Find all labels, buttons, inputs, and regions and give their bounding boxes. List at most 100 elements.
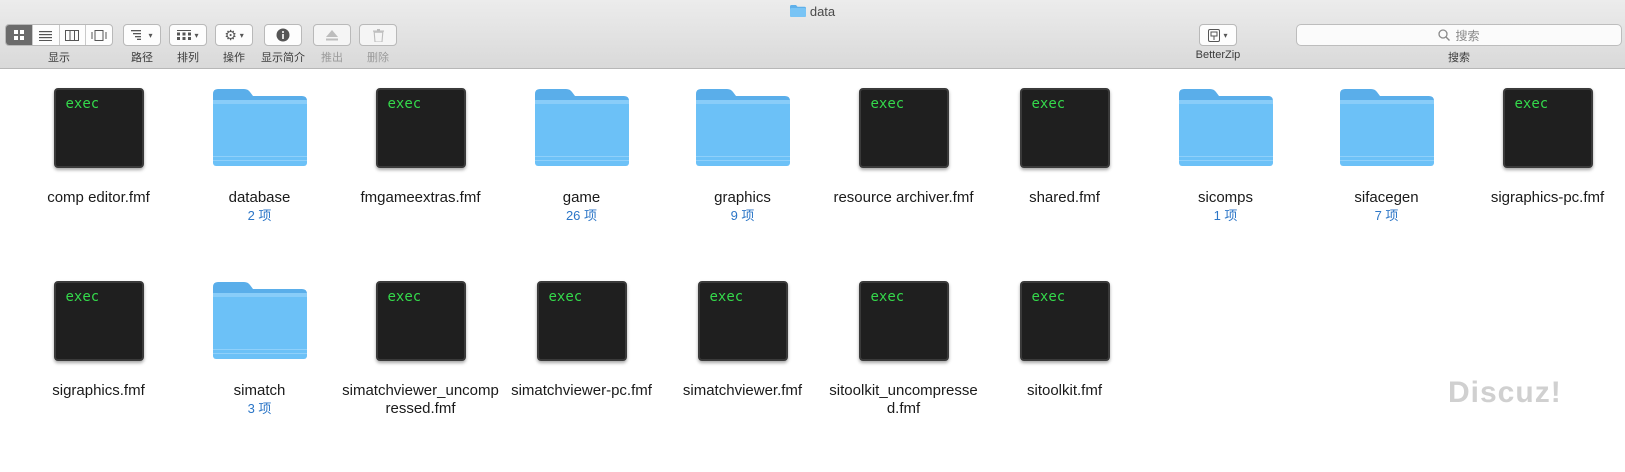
folder-icon	[789, 5, 806, 17]
path-label: 路径	[131, 52, 153, 64]
file-item[interactable]: exec shared.fmf	[984, 86, 1145, 279]
file-name: simatchviewer_uncompressed.fmf	[342, 382, 499, 417]
folder-icon	[1339, 89, 1434, 166]
betterzip-control: ▾ BetterZip	[1186, 24, 1250, 61]
icon-view-icon[interactable]	[6, 25, 33, 45]
arrange-label: 排列	[177, 52, 199, 64]
folder-icon	[212, 282, 307, 359]
exec-file-icon: exec	[53, 281, 144, 361]
betterzip-button[interactable]: ▾	[1199, 24, 1237, 46]
eject-label: 推出	[321, 52, 343, 64]
file-item[interactable]: exec fmgameextras.fmf	[340, 86, 501, 279]
betterzip-label: BetterZip	[1195, 49, 1241, 61]
delete-label: 删除	[367, 52, 389, 64]
chevron-down-icon: ▾	[1223, 30, 1228, 40]
delete-control: 删除	[359, 24, 397, 65]
item-count: 9 项	[730, 208, 755, 223]
exec-icon-text: exec	[1031, 289, 1066, 305]
file-name: simatchviewer.fmf	[682, 382, 803, 399]
finder-toolbar: data 显示 ▾ 路径 ▾ 排列 ⚙ ▾ 操作 显示简介 推出 删除 ▾ Be…	[0, 0, 1625, 69]
file-name: resource archiver.fmf	[833, 189, 974, 206]
exec-file-icon: exec	[858, 88, 949, 168]
file-name: fmgameextras.fmf	[360, 189, 481, 206]
folder-icon	[1178, 89, 1273, 166]
file-item[interactable]: sifacegen 7 项	[1306, 86, 1467, 279]
item-count: 26 项	[565, 208, 598, 223]
folder-icon	[534, 89, 629, 166]
file-item[interactable]: exec sigraphics-pc.fmf	[1467, 86, 1625, 279]
view-mode-segment[interactable]	[5, 24, 113, 46]
window-title: data	[809, 4, 836, 19]
chevron-down-icon: ▾	[148, 30, 153, 40]
search-input[interactable]: 搜索	[1296, 24, 1622, 46]
file-item[interactable]: exec sigraphics.fmf	[18, 279, 179, 472]
get-info-button[interactable]	[264, 24, 302, 46]
chevron-down-icon: ▾	[239, 30, 244, 40]
path-list-icon	[131, 30, 142, 40]
arrange-control: ▾ 排列	[169, 24, 207, 65]
file-item[interactable]: simatch 3 项	[179, 279, 340, 472]
file-name: sicomps	[1197, 189, 1253, 206]
file-item[interactable]: exec simatchviewer_uncompressed.fmf	[340, 279, 501, 472]
exec-file-icon: exec	[1502, 88, 1593, 168]
exec-icon-text: exec	[870, 96, 905, 112]
file-name: comp editor.fmf	[47, 189, 150, 206]
file-item[interactable]: exec resource archiver.fmf	[823, 86, 984, 279]
file-item[interactable]: exec sitoolkit_uncompressed.fmf	[823, 279, 984, 472]
file-item[interactable]: exec comp editor.fmf	[18, 86, 179, 279]
exec-icon-text: exec	[387, 289, 422, 305]
eject-control: 推出	[313, 24, 351, 65]
file-item[interactable]: exec simatchviewer-pc.fmf	[501, 279, 662, 472]
folder-icon	[212, 89, 307, 166]
exec-file-icon: exec	[1019, 88, 1110, 168]
file-item[interactable]: exec simatchviewer.fmf	[662, 279, 823, 472]
delete-button[interactable]	[359, 24, 397, 46]
action-label: 操作	[223, 52, 245, 64]
file-item[interactable]: sicomps 1 项	[1145, 86, 1306, 279]
file-name: sitoolkit_uncompressed.fmf	[829, 382, 978, 417]
arrange-button[interactable]: ▾	[169, 24, 207, 46]
item-count: 7 项	[1374, 208, 1399, 223]
file-item[interactable]: exec sitoolkit.fmf	[984, 279, 1145, 472]
exec-icon-text: exec	[1514, 96, 1549, 112]
file-item[interactable]: graphics 9 项	[662, 86, 823, 279]
list-view-icon[interactable]	[33, 25, 60, 45]
watermark-logo: Discuz!	[1448, 376, 1562, 409]
exec-file-icon: exec	[375, 88, 466, 168]
info-icon	[276, 28, 290, 42]
eject-button[interactable]	[313, 24, 351, 46]
item-count: 2 项	[247, 208, 272, 223]
exec-icon-text: exec	[65, 289, 100, 305]
search-label: 搜索	[1448, 52, 1470, 64]
exec-file-icon: exec	[697, 281, 788, 361]
path-button[interactable]: ▾	[123, 24, 161, 46]
exec-icon-text: exec	[1031, 96, 1066, 112]
file-name: game	[562, 189, 601, 206]
exec-icon-text: exec	[65, 96, 100, 112]
column-view-icon[interactable]	[60, 25, 87, 45]
gallery-view-icon[interactable]	[86, 25, 112, 45]
window-title-bar: data	[0, 4, 1625, 19]
exec-file-icon: exec	[536, 281, 627, 361]
action-button[interactable]: ⚙ ▾	[215, 24, 253, 46]
action-control: ⚙ ▾ 操作	[215, 24, 253, 65]
file-name: graphics	[714, 189, 771, 206]
search-placeholder: 搜索	[1455, 28, 1480, 43]
trash-icon	[372, 28, 384, 42]
file-name: sigraphics.fmf	[52, 382, 145, 399]
exec-icon-text: exec	[548, 289, 583, 305]
view-label: 显示	[48, 52, 70, 64]
file-item[interactable]: database 2 项	[179, 86, 340, 279]
folder-icon	[695, 89, 790, 166]
exec-icon-text: exec	[709, 289, 744, 305]
search-icon	[1438, 29, 1451, 41]
exec-icon-text: exec	[387, 96, 422, 112]
exec-file-icon: exec	[375, 281, 466, 361]
file-item[interactable]: game 26 项	[501, 86, 662, 279]
file-grid: exec comp editor.fmf database 2 项 exec fmgame…	[18, 86, 1618, 472]
info-control: 显示简介	[261, 24, 305, 65]
eject-icon	[326, 29, 338, 40]
file-name: database	[228, 189, 291, 206]
betterzip-icon	[1208, 28, 1221, 42]
item-count: 1 项	[1213, 208, 1238, 223]
